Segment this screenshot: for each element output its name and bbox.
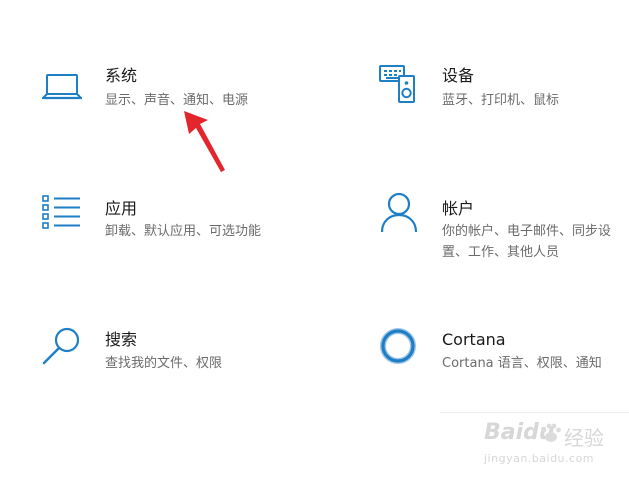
- tile-description-line: 查找我的文件、权限: [105, 356, 223, 371]
- tile-title: Cortana: [442, 330, 506, 349]
- settings-tile-search[interactable]: 搜索 查找我的文件、权限: [40, 327, 340, 390]
- cortana-icon: [379, 327, 419, 371]
- settings-tile-cortana[interactable]: Cortana Cortana 语言、权限、通知: [378, 327, 629, 390]
- paw-icon: [540, 422, 562, 448]
- watermark-brand-text: 经验: [564, 426, 604, 450]
- search-icon: [40, 326, 84, 370]
- tile-description-line: Cortana 语言、权限、通知: [442, 356, 602, 371]
- laptop-icon: [41, 72, 83, 106]
- watermark-url: jingyan.baidu.com: [484, 452, 595, 465]
- tile-description: 你的帐户、电子邮件、同步设 置、工作、其他人员: [442, 221, 611, 263]
- tile-description-line: 蓝牙、打印机、鼠标: [442, 93, 560, 108]
- tile-title: 系统: [105, 66, 138, 85]
- apps-list-icon: [42, 195, 82, 235]
- person-icon: [379, 192, 419, 238]
- tile-description: Cortana 语言、权限、通知: [442, 353, 602, 374]
- red-arrow-icon: [180, 108, 232, 182]
- tile-title: 设备: [442, 66, 475, 85]
- tile-title: 搜索: [105, 330, 138, 349]
- tile-title: 帐户: [442, 199, 475, 218]
- tile-description: 查找我的文件、权限: [105, 353, 222, 374]
- tile-description-line: 置、工作、其他人员: [442, 245, 560, 260]
- tile-description-line: 卸载、默认应用、可选功能: [105, 224, 262, 239]
- baidu-jingyan-watermark: Baidu 经验 jingyan.baidu.com: [480, 410, 629, 481]
- settings-tile-accounts[interactable]: 帐户 你的帐户、电子邮件、同步设 置、工作、其他人员: [378, 192, 629, 268]
- tile-description: 卸载、默认应用、可选功能: [105, 221, 261, 242]
- devices-icon: [378, 64, 420, 110]
- settings-tile-devices[interactable]: 设备 蓝牙、打印机、鼠标: [378, 64, 629, 126]
- settings-tile-apps[interactable]: 应用 卸载、默认应用、可选功能: [40, 195, 340, 258]
- tile-description-line: 你的帐户、电子邮件、同步设: [442, 224, 612, 239]
- tile-title: 应用: [105, 199, 138, 218]
- tile-description: 蓝牙、打印机、鼠标: [442, 90, 559, 111]
